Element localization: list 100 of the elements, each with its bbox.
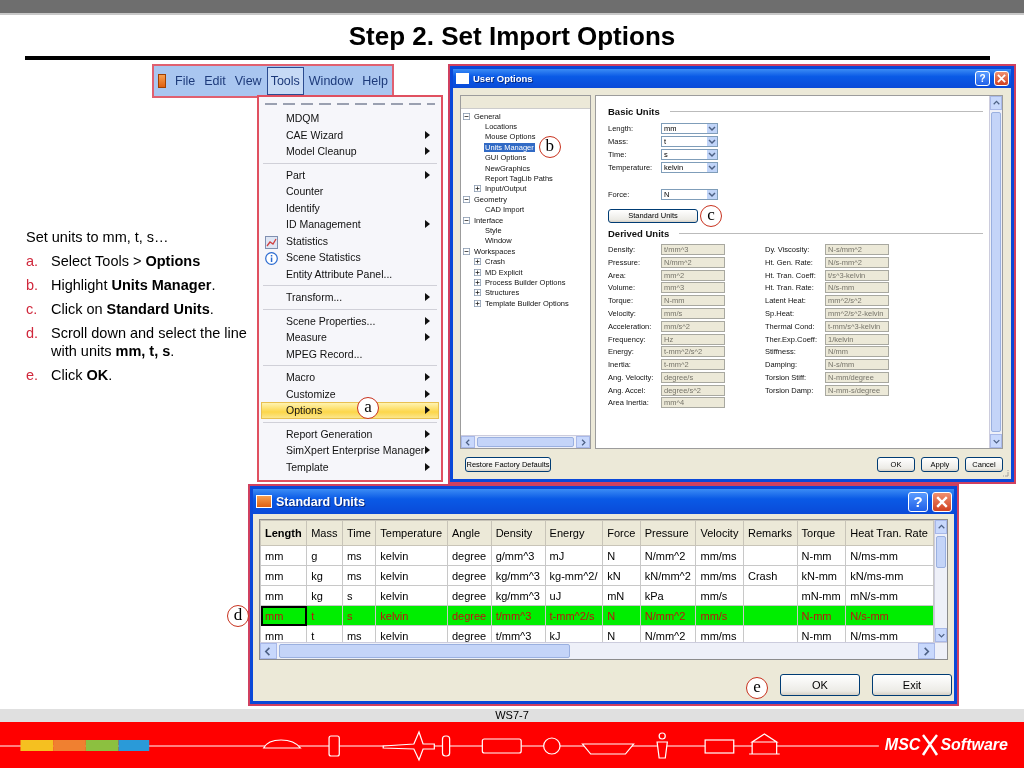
table-cell: mJ — [545, 545, 603, 566]
section-title: Derived Units — [608, 228, 670, 239]
expand-icon[interactable] — [474, 268, 481, 276]
table-cell: mN/s-mm — [845, 585, 934, 606]
menu-entry[interactable]: Scene Statistics — [261, 249, 439, 266]
help-button[interactable]: ? — [975, 71, 990, 86]
expand-icon[interactable] — [474, 258, 481, 266]
menu-item[interactable]: Tools — [266, 67, 304, 95]
expand-icon[interactable] — [474, 299, 481, 307]
table-cell — [743, 545, 798, 566]
table-row[interactable]: mm g ms kelvin degree g/mm^3 mJ N N/mm^2 mm/ms N-mm N/ms-mm — [260, 545, 934, 566]
table-cell: N/mm^2 — [640, 545, 696, 566]
horizontal-scrollbar[interactable] — [260, 642, 947, 659]
column-header[interactable]: Heat Tran. Rate — [845, 520, 934, 546]
close-button[interactable] — [932, 491, 952, 512]
expand-icon[interactable] — [474, 278, 481, 286]
expand-icon[interactable] — [474, 289, 481, 297]
table-cell: kelvin — [375, 565, 448, 586]
step-marker: c. — [26, 300, 39, 318]
menu-entry[interactable]: Counter — [261, 183, 439, 200]
table-cell: mm — [260, 605, 307, 626]
table-cell: N/mm^2 — [640, 605, 696, 626]
table-cell: mm/s — [695, 605, 744, 626]
scroll-thumb[interactable] — [936, 536, 946, 568]
menu-entry[interactable]: MDQM — [261, 110, 439, 127]
menu-entry[interactable]: Measure — [261, 329, 439, 346]
menu-entry[interactable]: Macro — [261, 369, 439, 386]
table-cell: kPa — [640, 585, 696, 606]
horizontal-scrollbar[interactable] — [461, 435, 590, 448]
menu-entry[interactable]: ID Management — [261, 216, 439, 233]
table-cell: kelvin — [375, 545, 448, 566]
column-header[interactable]: Temperature — [375, 520, 448, 546]
dialog-button[interactable]: OK — [780, 674, 860, 696]
column-header[interactable]: Force — [602, 520, 641, 546]
menu-item[interactable]: Help — [358, 67, 392, 95]
column-header[interactable]: Angle — [447, 520, 492, 546]
callout-marker: b — [538, 136, 561, 159]
column-header[interactable]: Mass — [306, 520, 343, 546]
column-header[interactable]: Density — [491, 520, 546, 546]
table-row[interactable]: mm kg ms kelvin degree kg/mm^3 kg-mm^2/ kN kN/mm^2 mm/ms Crash kN-mm kN/ms-mm — [260, 565, 934, 586]
table-cell: kg/mm^3 — [491, 565, 546, 586]
table-row[interactable]: mm t s kelvin degree t/mm^3 t-mm^2/s N N/mm^2 mm/s N-mm N/s-mm — [260, 605, 934, 626]
column-header[interactable]: Time — [342, 520, 376, 546]
step-text: Select Tools > Options — [51, 252, 202, 270]
window-icon — [256, 494, 272, 509]
column-header[interactable]: Length — [260, 520, 307, 546]
step-marker: a. — [26, 252, 40, 270]
collapse-icon[interactable] — [463, 247, 470, 255]
column-header[interactable]: Torque — [797, 520, 846, 546]
vertical-scrollbar[interactable] — [989, 96, 1002, 448]
table-cell: mm/s — [695, 585, 744, 606]
table-cell: degree — [447, 585, 492, 606]
dropdown-arrow-icon — [707, 190, 717, 199]
menu-entry[interactable]: Template — [261, 458, 439, 475]
table-cell: kN-mm — [797, 565, 846, 586]
info-icon — [265, 252, 278, 265]
menu-item[interactable]: View — [230, 67, 266, 95]
column-header[interactable]: Energy — [545, 520, 603, 546]
menu-entry[interactable]: MPEG Record... — [261, 345, 439, 362]
help-button[interactable]: ? — [908, 491, 928, 512]
menu-entry[interactable]: Statistics — [261, 232, 439, 249]
swoosh-icon — [921, 733, 940, 757]
table-cell: mm — [260, 545, 307, 566]
menu-entry[interactable]: Identify — [261, 199, 439, 216]
window-icon — [456, 73, 469, 84]
menu-entry[interactable]: Model Cleanup — [261, 143, 439, 160]
menu-item[interactable]: File — [171, 67, 200, 95]
menu-entry[interactable]: Report Generation — [261, 425, 439, 442]
dialog-button[interactable]: Exit — [872, 674, 952, 696]
dropdown-arrow-icon — [707, 137, 717, 146]
resize-grip-icon[interactable] — [1001, 469, 1009, 477]
table-cell: N — [602, 605, 641, 626]
table-cell: kelvin — [375, 585, 448, 606]
menu-entry[interactable]: Transform... — [261, 289, 439, 306]
vertical-scrollbar[interactable] — [934, 520, 947, 642]
table-cell: ms — [342, 565, 376, 586]
table-row[interactable]: mm kg s kelvin degree kg/mm^3 uJ mN kPa mm/s mN-mm mN/s-mm — [260, 585, 934, 606]
menu-item[interactable]: Edit — [200, 67, 230, 95]
collapse-icon[interactable] — [463, 216, 470, 224]
column-header[interactable]: Pressure — [640, 520, 696, 546]
column-header[interactable]: Remarks — [743, 520, 798, 546]
scroll-thumb[interactable] — [991, 112, 1001, 432]
menu-entry[interactable]: Part — [261, 166, 439, 183]
collapse-icon[interactable] — [463, 195, 470, 203]
menu-entry[interactable]: Entity Attribute Panel... — [261, 265, 439, 282]
expand-icon[interactable] — [474, 185, 481, 193]
brand-logo: MSC Software — [878, 733, 1008, 757]
collapse-icon[interactable] — [463, 112, 470, 120]
close-button[interactable] — [994, 71, 1009, 86]
menu-entry[interactable]: CAE Wizard — [261, 126, 439, 143]
table-cell: t/mm^3 — [491, 605, 546, 626]
window-title: User Options — [473, 73, 534, 84]
menu-entry[interactable]: SimXpert Enterprise Manager — [261, 442, 439, 459]
tear-off-handle[interactable] — [265, 103, 435, 105]
column-header[interactable]: Velocity — [695, 520, 744, 546]
chart-icon — [265, 235, 278, 249]
table-cell: ms — [342, 545, 376, 566]
menu-item[interactable]: Window — [304, 67, 358, 95]
menu-entry[interactable]: Scene Properties... — [261, 312, 439, 329]
step-marker: b. — [26, 276, 40, 294]
